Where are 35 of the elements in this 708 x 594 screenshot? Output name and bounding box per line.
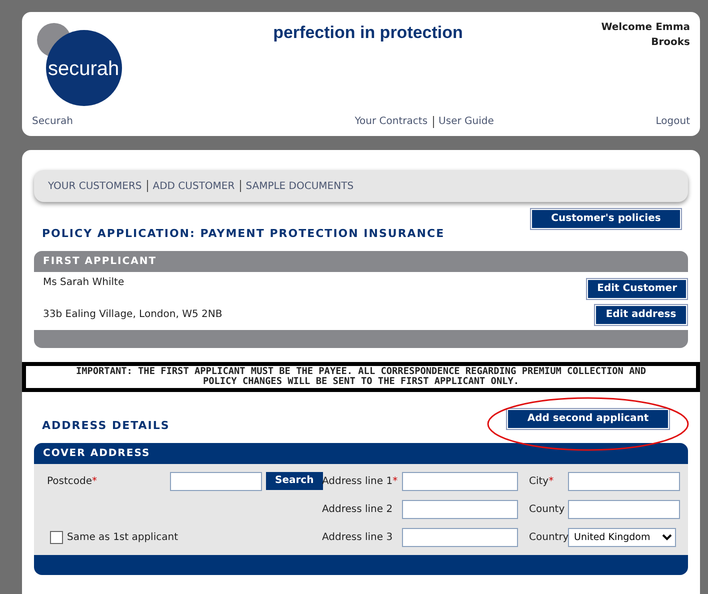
applicant-name: Ms Sarah Whilte [43,276,126,290]
menu-link[interactable]: SAMPLE DOCUMENTS [246,178,354,194]
same-as-first-checkbox[interactable]: Same as 1st applicant [47,530,322,545]
applicant-address: 33b Ealing Village, London, W5 2NB [43,308,222,322]
nav-link[interactable]: User Guide [438,114,494,129]
section-heading: POLICY APPLICATION: PAYMENT PROTECTION INSURANCE [42,226,445,242]
menu-link[interactable]: ADD CUSTOMER [152,178,235,194]
nav-link[interactable]: Your Contracts [354,114,428,129]
menu-link[interactable]: YOUR CUSTOMERS [48,178,142,194]
edit-customer-button[interactable]: Edit Customer [588,280,686,298]
field-label: Address line 2 [322,502,394,517]
postcode-field[interactable] [170,472,262,491]
welcome-text: Welcome Emma Brooks [600,21,690,50]
home-link[interactable]: Securah [32,114,73,129]
field-label: Country [528,530,568,545]
tagline: perfection in protection [273,22,463,44]
address-field[interactable] [402,500,518,519]
customers-policies-button[interactable]: Customer's policies [532,210,680,228]
section-heading: ADDRESS DETAILS [42,418,170,434]
panel-header: COVER ADDRESS [34,442,688,464]
edit-address-button[interactable]: Edit address [596,306,686,324]
country-select[interactable]: United Kingdom [568,528,676,547]
field-label: County [528,502,566,517]
add-second-applicant-button[interactable]: Add second applicant [508,410,668,428]
field-label: Address line 3 [322,530,394,545]
logout-link[interactable]: Logout [656,114,690,129]
field-label: City* [528,474,555,489]
address-field[interactable] [402,528,518,547]
search-button[interactable]: Search [266,472,323,490]
text-field[interactable] [568,500,680,519]
address-field[interactable] [402,472,518,491]
panel-header: FIRST APPLICANT [34,250,688,272]
important-notice: IMPORTANT: THE FIRST APPLICANT MUST BE THE PAYEE. ALL CORRESPONDENCE REGARDING PREMIUM COLLECTION AND POLICY CHANGES WILL BE SENT TO THE FIRST APPLICANT ONLY. [22,362,700,392]
field-label: Postcode* [47,474,98,489]
text-field[interactable] [568,472,680,491]
